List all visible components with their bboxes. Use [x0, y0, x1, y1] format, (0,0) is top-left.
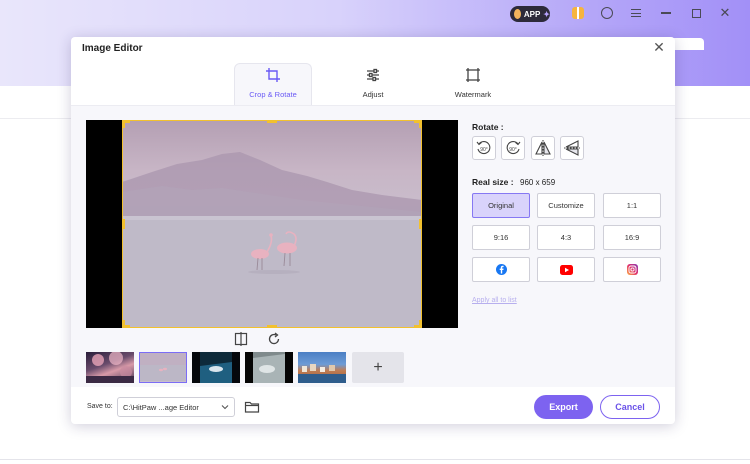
maximize-icon[interactable] [688, 5, 704, 21]
ratio-customize-button[interactable]: Customize [537, 193, 595, 218]
thumbnail-coastal-town[interactable] [298, 352, 346, 383]
crop-handle-top-left[interactable] [122, 120, 125, 128]
avatar [514, 9, 521, 19]
save-to-label: Save to: [87, 403, 113, 410]
reset-icon[interactable] [267, 332, 281, 346]
ratio-instagram-button[interactable] [603, 257, 661, 282]
rotate-right-90-button[interactable]: 90° [501, 136, 525, 160]
crop-handle-bottom[interactable] [267, 325, 277, 328]
ratio-1-1-button[interactable]: 1:1 [603, 193, 661, 218]
export-button[interactable]: Export [534, 395, 593, 419]
flip-vertical-icon [564, 140, 580, 156]
ratio-youtube-button[interactable] [537, 257, 595, 282]
facebook-icon [495, 264, 507, 275]
compare-icon[interactable] [234, 332, 248, 346]
thumbnail-image [253, 352, 285, 383]
save-path-value: C:\HitPaw ...age Editor [123, 402, 199, 412]
chevron-down-icon [221, 405, 229, 410]
thumbnail-underwater[interactable] [192, 352, 240, 383]
ratio-9-16-button[interactable]: 9:16 [472, 225, 530, 250]
editor-body: + Rotate : 90° 90° Real size : 960 x 659… [71, 105, 675, 387]
real-size-value: 960 x 659 [520, 178, 556, 187]
crop-handle-right[interactable] [419, 219, 422, 229]
thumbnail-flamingos[interactable] [139, 352, 187, 383]
save-path-select[interactable]: C:\HitPaw ...age Editor [117, 397, 235, 417]
svg-text:90°: 90° [509, 147, 517, 153]
sparkle-icon: ✦ [543, 9, 550, 19]
cancel-button[interactable]: Cancel [600, 395, 660, 419]
app-badge-label: APP [523, 9, 541, 19]
svg-text:90°: 90° [480, 147, 488, 153]
ratio-facebook-button[interactable] [472, 257, 530, 282]
crop-handle-left[interactable] [122, 219, 125, 229]
add-image-button[interactable]: + [352, 352, 404, 383]
rotate-right-icon: 90° [506, 141, 521, 155]
thumbnail-image [298, 364, 346, 383]
crop-handle-bottom-left[interactable] [122, 320, 125, 328]
menu-icon[interactable] [628, 5, 644, 21]
crop-handle-bottom-right[interactable] [419, 320, 422, 328]
tab-label: Crop & Rotate [249, 90, 297, 99]
close-icon[interactable]: ✕ [652, 40, 666, 54]
apply-all-link[interactable]: Apply all to list [472, 297, 517, 304]
thumbnail-seal[interactable] [245, 352, 293, 383]
flip-vertical-button[interactable] [560, 136, 584, 160]
gift-icon[interactable] [570, 5, 586, 21]
user-icon[interactable] [599, 5, 615, 21]
window-close-icon[interactable]: ✕ [717, 5, 733, 21]
minimize-icon[interactable] [658, 5, 674, 21]
tab-label: Watermark [454, 90, 492, 99]
flip-horizontal-icon [535, 140, 551, 156]
rotate-label: Rotate : [472, 122, 504, 132]
preview-tools [234, 332, 294, 346]
crop-icon [266, 68, 280, 82]
crop-frame[interactable] [122, 120, 422, 328]
tab-label: Adjust [362, 90, 384, 99]
ratio-16-9-button[interactable]: 16:9 [603, 225, 661, 250]
tab-adjust[interactable]: Adjust [334, 63, 412, 105]
app-badge[interactable]: APP ✦ [510, 6, 550, 22]
folder-icon[interactable] [244, 399, 260, 415]
dialog-title: Image Editor [82, 43, 143, 54]
tab-watermark[interactable]: Watermark [434, 63, 512, 105]
watermark-icon [466, 68, 480, 82]
sliders-icon [367, 68, 379, 82]
image-preview [86, 120, 458, 328]
tab-bar: Crop & Rotate Adjust Watermark [71, 63, 675, 105]
instagram-icon [626, 264, 638, 275]
ratio-4-3-button[interactable]: 4:3 [537, 225, 595, 250]
rotate-left-90-button[interactable]: 90° [472, 136, 496, 160]
real-size-label: Real size : [472, 177, 514, 187]
dialog-footer: Save to: C:\HitPaw ...age Editor Export … [71, 388, 675, 424]
flip-horizontal-button[interactable] [531, 136, 555, 160]
crop-handle-top-right[interactable] [419, 120, 422, 128]
crop-handle-top[interactable] [267, 120, 277, 123]
thumbnail-image [86, 352, 134, 383]
thumbnail-image [200, 352, 232, 383]
youtube-icon [559, 264, 573, 275]
tab-crop-rotate[interactable]: Crop & Rotate [234, 63, 312, 105]
ratio-original-button[interactable]: Original [472, 193, 530, 218]
divider [0, 459, 750, 460]
thumbnail-strip: + [86, 352, 406, 384]
thumbnail-cherry-blossom[interactable] [86, 352, 134, 383]
thumbnail-image [140, 353, 186, 381]
rotate-left-icon: 90° [476, 141, 491, 155]
image-editor-dialog: Image Editor ✕ Crop & Rotate Adjust Wate… [71, 37, 675, 424]
